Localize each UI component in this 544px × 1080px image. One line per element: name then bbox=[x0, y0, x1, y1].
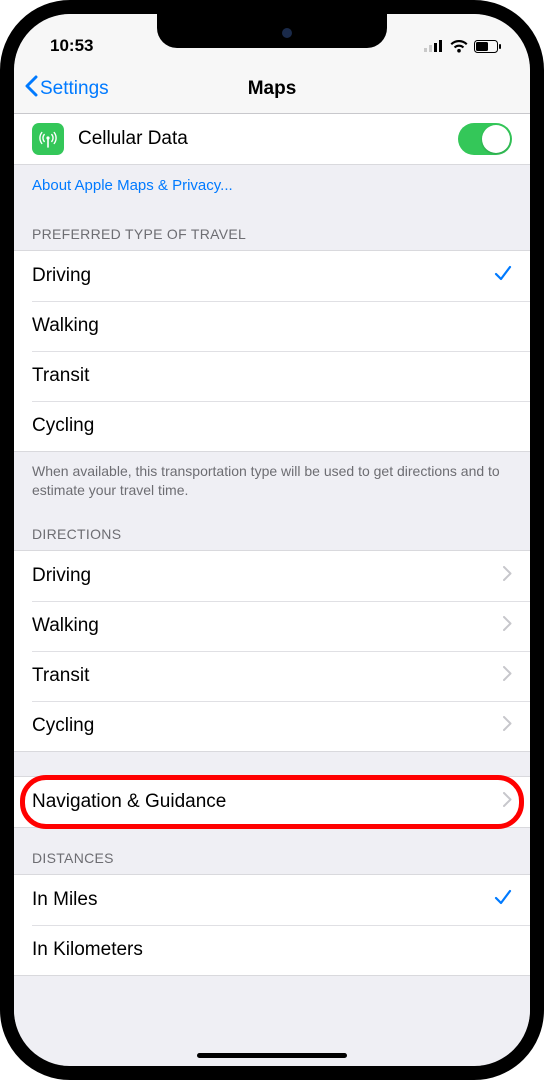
directions-walking[interactable]: Walking bbox=[14, 601, 530, 651]
distances-miles[interactable]: In Miles bbox=[14, 875, 530, 925]
notch bbox=[157, 14, 387, 48]
phone-frame: 10:53 bbox=[0, 0, 544, 1080]
preferred-transit[interactable]: Transit bbox=[14, 351, 530, 401]
status-time: 10:53 bbox=[50, 36, 93, 56]
back-label: Settings bbox=[40, 78, 109, 100]
preferred-header: PREFERRED TYPE OF TRAVEL bbox=[14, 204, 530, 250]
directions-cycling[interactable]: Cycling bbox=[14, 701, 530, 751]
checkmark-icon bbox=[494, 888, 512, 912]
row-label: Cycling bbox=[32, 715, 503, 737]
cellular-data-toggle[interactable] bbox=[458, 123, 512, 155]
distances-kilometers[interactable]: In Kilometers bbox=[14, 925, 530, 975]
row-label: In Kilometers bbox=[32, 939, 512, 961]
checkmark-icon bbox=[494, 264, 512, 288]
chevron-left-icon bbox=[24, 75, 38, 103]
chevron-right-icon bbox=[503, 565, 512, 587]
row-label: Navigation & Guidance bbox=[32, 791, 503, 813]
chevron-right-icon bbox=[503, 715, 512, 737]
cellular-signal-icon bbox=[424, 40, 444, 52]
cellular-data-group: Cellular Data bbox=[14, 114, 530, 165]
privacy-link[interactable]: About Apple Maps & Privacy... bbox=[14, 165, 530, 204]
nav-bar: Settings Maps bbox=[14, 64, 530, 114]
row-label: In Miles bbox=[32, 889, 494, 911]
page-title: Maps bbox=[248, 78, 297, 100]
row-label: Driving bbox=[32, 565, 503, 587]
directions-header: DIRECTIONS bbox=[14, 504, 530, 550]
row-label: Walking bbox=[32, 615, 503, 637]
back-button[interactable]: Settings bbox=[24, 75, 109, 103]
directions-transit[interactable]: Transit bbox=[14, 651, 530, 701]
preferred-footer: When available, this transportation type… bbox=[14, 452, 530, 504]
preferred-cycling[interactable]: Cycling bbox=[14, 401, 530, 451]
chevron-right-icon bbox=[503, 791, 512, 813]
row-label: Driving bbox=[32, 265, 494, 287]
content[interactable]: Cellular Data About Apple Maps & Privacy… bbox=[14, 114, 530, 1066]
directions-driving[interactable]: Driving bbox=[14, 551, 530, 601]
chevron-right-icon bbox=[503, 615, 512, 637]
preferred-group: Driving Walking Transit Cycling bbox=[14, 250, 530, 452]
row-label: Transit bbox=[32, 665, 503, 687]
row-label: Walking bbox=[32, 315, 512, 337]
chevron-right-icon bbox=[503, 665, 512, 687]
row-label: Cycling bbox=[32, 415, 512, 437]
navigation-guidance-row[interactable]: Navigation & Guidance bbox=[14, 777, 530, 827]
distances-group: In Miles In Kilometers bbox=[14, 874, 530, 976]
cellular-data-label: Cellular Data bbox=[78, 128, 458, 150]
cellular-data-row[interactable]: Cellular Data bbox=[14, 114, 530, 164]
antenna-icon bbox=[32, 123, 64, 155]
status-right bbox=[424, 40, 502, 53]
directions-group: Driving Walking Transit bbox=[14, 550, 530, 752]
wifi-icon bbox=[450, 40, 468, 53]
distances-header: DISTANCES bbox=[14, 828, 530, 874]
nav-guidance-group: Navigation & Guidance bbox=[14, 776, 530, 828]
home-indicator[interactable] bbox=[197, 1053, 347, 1058]
screen: 10:53 bbox=[14, 14, 530, 1066]
row-label: Transit bbox=[32, 365, 512, 387]
battery-icon bbox=[474, 40, 502, 53]
preferred-walking[interactable]: Walking bbox=[14, 301, 530, 351]
preferred-driving[interactable]: Driving bbox=[14, 251, 530, 301]
